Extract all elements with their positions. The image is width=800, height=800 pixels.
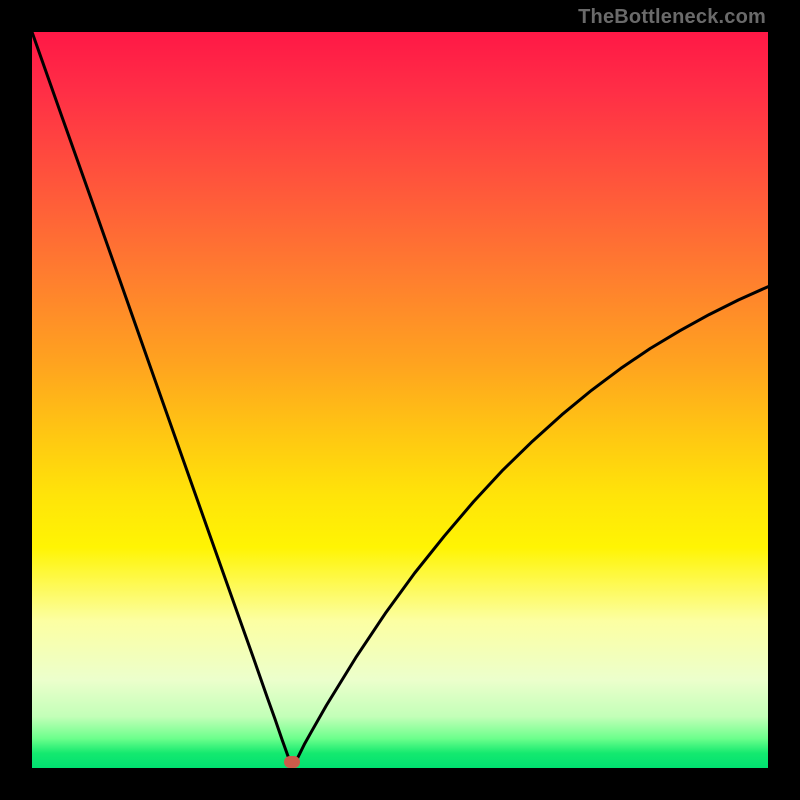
bottleneck-curve	[32, 32, 768, 761]
curve-svg	[32, 32, 768, 768]
chart-frame: TheBottleneck.com	[0, 0, 800, 800]
plot-area	[32, 32, 768, 768]
attribution-text: TheBottleneck.com	[578, 6, 766, 29]
optimal-point-marker	[284, 756, 300, 768]
